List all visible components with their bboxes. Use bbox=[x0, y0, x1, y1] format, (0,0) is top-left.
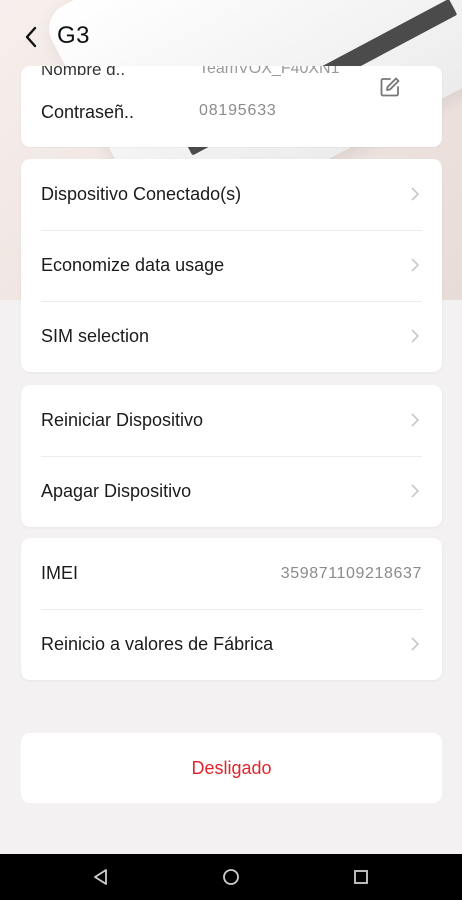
list-item-sim-selection[interactable]: SIM selection bbox=[21, 301, 442, 372]
nav-home-button[interactable] bbox=[220, 866, 242, 888]
list-item-label: Dispositivo Conectado(s) bbox=[41, 184, 242, 204]
header: G3 bbox=[0, 0, 462, 72]
square-recents-icon bbox=[354, 870, 368, 884]
list-item-factory-reset[interactable]: Reinicio a valores de Fábrica bbox=[21, 609, 442, 680]
chevron-right-icon bbox=[411, 329, 420, 343]
edit-button[interactable] bbox=[379, 76, 401, 98]
wifi-name-value: TeamVOX_F40XN1 bbox=[199, 66, 340, 77]
edit-icon bbox=[380, 77, 400, 97]
list-item-shutdown-device[interactable]: Apagar Dispositivo bbox=[21, 456, 442, 527]
wifi-password-value: 08195633 bbox=[199, 102, 277, 119]
back-button[interactable] bbox=[18, 22, 44, 52]
list-item-restart-device[interactable]: Reiniciar Dispositivo bbox=[21, 385, 442, 456]
wifi-card-clip: Nombre d.. TeamVOX_F40XN1 Contraseñ.. 08… bbox=[0, 66, 462, 148]
list-item-label: SIM selection bbox=[41, 326, 150, 346]
chevron-right-icon bbox=[411, 413, 420, 427]
imei-label: IMEI bbox=[41, 563, 79, 583]
wifi-name-label: Nombre d.. bbox=[41, 66, 126, 79]
wifi-password-label: Contraseñ.. bbox=[41, 102, 135, 122]
list-item-economize-data[interactable]: Economize data usage bbox=[21, 230, 442, 301]
logout-button[interactable]: Desligado bbox=[21, 733, 442, 803]
chevron-left-icon bbox=[25, 26, 37, 48]
chevron-right-icon bbox=[411, 258, 420, 272]
list-item-label: Reinicio a valores de Fábrica bbox=[41, 634, 274, 654]
connection-options-card: Dispositivo Conectado(s) Economize data … bbox=[21, 159, 442, 372]
imei-row: IMEI 359871109218637 bbox=[21, 538, 442, 609]
nav-recents-button[interactable] bbox=[350, 866, 372, 888]
system-nav-bar bbox=[0, 854, 462, 900]
nav-back-button[interactable] bbox=[90, 866, 112, 888]
device-power-card: Reiniciar Dispositivo Apagar Dispositivo bbox=[21, 385, 442, 527]
wifi-info-card: Nombre d.. TeamVOX_F40XN1 Contraseñ.. 08… bbox=[21, 66, 442, 147]
list-item-label: Apagar Dispositivo bbox=[41, 481, 192, 501]
imei-value: 359871109218637 bbox=[280, 564, 422, 582]
circle-home-icon bbox=[223, 869, 239, 885]
chevron-right-icon bbox=[411, 484, 420, 498]
triangle-back-icon bbox=[94, 869, 107, 885]
list-item-label: Reiniciar Dispositivo bbox=[41, 410, 204, 430]
chevron-right-icon bbox=[411, 187, 420, 201]
chevron-right-icon bbox=[411, 637, 420, 651]
list-item-label: Economize data usage bbox=[41, 255, 225, 275]
device-info-card: IMEI 359871109218637 Reinicio a valores … bbox=[21, 538, 442, 680]
list-item-connected-devices[interactable]: Dispositivo Conectado(s) bbox=[21, 159, 442, 230]
page-title: G3 bbox=[57, 22, 91, 49]
